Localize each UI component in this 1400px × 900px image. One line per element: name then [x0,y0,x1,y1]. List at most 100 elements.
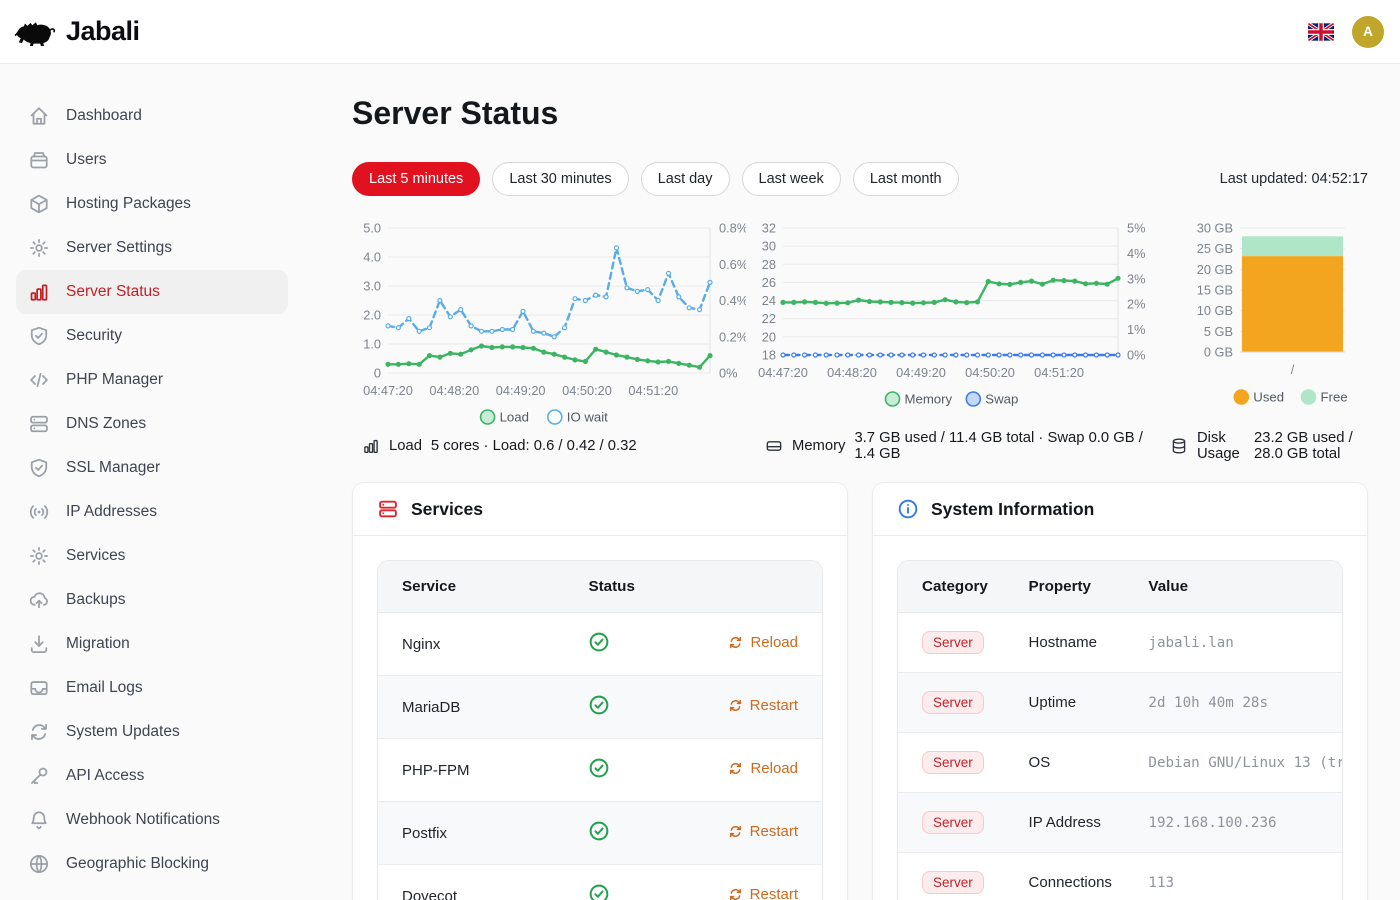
svg-text:1%: 1% [1127,322,1146,337]
summary-value: 3.7 GB used / 11.4 GB total · Swap 0.0 G… [854,430,1146,462]
reload-button[interactable]: Reload [728,634,798,651]
summary-label: Disk Usage [1197,430,1245,462]
sidebar-item-dashboard[interactable]: Dashboard [16,94,288,138]
sidebar-item-email-logs[interactable]: Email Logs [16,666,288,710]
download-icon [28,633,50,655]
property-value: 113 [1124,853,1342,900]
sidebar-item-label: SSL Manager [66,459,160,477]
system-row-connections: ServerConnections113 [898,853,1342,900]
sidebar-item-label: Dashboard [66,107,142,125]
summary-label: Memory [792,438,845,454]
status-ok-icon [588,883,610,900]
refresh-icon [728,824,743,839]
hard-drive-icon [765,437,783,455]
svg-text:0.4%: 0.4% [719,293,746,308]
service-name: PHP-FPM [378,739,564,802]
language-flag-icon[interactable] [1308,23,1334,41]
status-ok-icon [588,694,610,716]
svg-text:0.2%: 0.2% [719,329,746,344]
services-table: Service Status NginxReloadMariaDBRestart… [378,561,822,900]
bell-icon [28,809,50,831]
filter-last-5-minutes[interactable]: Last 5 minutes [352,162,480,196]
filter-last-week[interactable]: Last week [742,162,841,196]
summary-value: 23.2 GB used / 28.0 GB total [1254,430,1368,462]
main-content: Server Status Last 5 minutes Last 30 minu… [304,64,1400,900]
sidebar-item-php-manager[interactable]: PHP Manager [16,358,288,402]
service-name: MariaDB [378,676,564,739]
category-badge: Server [922,631,984,654]
property-name: Hostname [1005,613,1125,673]
restart-button[interactable]: Restart [728,886,798,900]
system-row-ip-address: ServerIP Address192.168.100.236 [898,793,1342,853]
sidebar-item-geographic-blocking[interactable]: Geographic Blocking [16,842,288,886]
boar-logo-icon [14,14,58,50]
status-ok-icon [588,820,610,842]
refresh-icon [728,761,743,776]
server-stack-icon [377,498,399,520]
svg-text:Used: Used [1253,390,1284,405]
bar-chart-icon [28,281,50,303]
globe-icon [28,853,50,875]
svg-text:04:47:20: 04:47:20 [363,383,413,398]
sidebar-item-ip-addresses[interactable]: IP Addresses [16,490,288,534]
sidebar-item-backups[interactable]: Backups [16,578,288,622]
system-col-value: Value [1124,561,1342,613]
sidebar-item-server-settings[interactable]: Server Settings [16,226,288,270]
info-icon [897,498,919,520]
sidebar-item-label: Server Settings [66,239,172,257]
svg-text:5.0: 5.0 [363,221,381,236]
sidebar-item-migration[interactable]: Migration [16,622,288,666]
restart-button[interactable]: Restart [728,823,798,840]
page-title: Server Status [352,94,1368,132]
svg-text:04:48:20: 04:48:20 [429,383,479,398]
svg-text:26: 26 [762,275,776,290]
svg-text:2.0: 2.0 [363,308,381,323]
user-avatar[interactable]: A [1352,16,1384,48]
sidebar-item-webhook-notifications[interactable]: Webhook Notifications [16,798,288,842]
filter-last-30-minutes[interactable]: Last 30 minutes [492,162,628,196]
sidebar-item-services[interactable]: Services [16,534,288,578]
service-row-postfix: Postfix Restart [378,802,822,865]
service-name: Postfix [378,802,564,865]
sidebar-item-dns-zones[interactable]: DNS Zones [16,402,288,446]
sidebar-item-label: Hosting Packages [66,195,191,213]
property-name: OS [1005,733,1125,793]
sidebar-item-hosting-packages[interactable]: Hosting Packages [16,182,288,226]
top-header: Jabali A [0,0,1400,64]
system-row-hostname: ServerHostnamejabali.lan [898,613,1342,673]
charts-row: 01.02.03.04.05.00%0.2%0.4%0.6%0.8%04:47:… [352,216,1368,428]
services-card-title: Services [411,499,483,520]
brand-logo[interactable]: Jabali [14,14,140,50]
sidebar-item-system-updates[interactable]: System Updates [16,710,288,754]
cloud-upload-icon [28,589,50,611]
reload-button[interactable]: Reload [728,760,798,777]
gear-icon [28,237,50,259]
sidebar-item-users[interactable]: Users [16,138,288,182]
filter-last-day[interactable]: Last day [641,162,730,196]
svg-text:Memory: Memory [905,392,953,407]
sidebar-item-label: Migration [66,635,130,653]
restart-button[interactable]: Restart [728,697,798,714]
svg-text:0%: 0% [719,366,738,381]
home-icon [28,105,50,127]
svg-text:5 GB: 5 GB [1204,324,1233,339]
svg-text:15 GB: 15 GB [1197,283,1233,298]
load-chart: 01.02.03.04.05.00%0.2%0.4%0.6%0.8%04:47:… [352,216,746,428]
sidebar-item-label: IP Addresses [66,503,157,521]
svg-text:24: 24 [762,293,776,308]
filter-last-month[interactable]: Last month [853,162,959,196]
sidebar-item-security[interactable]: Security [16,314,288,358]
system-row-os: ServerOSDebian GNU/Linux 13 (trixie) [898,733,1342,793]
summary-value: 5 cores · Load: 0.6 / 0.42 / 0.32 [431,438,637,454]
sidebar-item-server-status[interactable]: Server Status [16,270,288,314]
svg-text:04:49:20: 04:49:20 [896,365,946,380]
sidebar-item-ssl-manager[interactable]: SSL Manager [16,446,288,490]
sidebar-item-label: Email Logs [66,679,143,697]
sidebar-item-api-access[interactable]: API Access [16,754,288,798]
sidebar: Dashboard Users Hosting Packages Server Set… [0,64,304,900]
property-value: Debian GNU/Linux 13 (trixie) [1124,733,1342,793]
status-ok-icon [588,631,610,653]
bar-chart-icon [362,437,380,455]
category-badge: Server [922,871,984,894]
summary-disk-usage: Disk Usage 23.2 GB used / 28.0 GB total [1164,430,1368,462]
